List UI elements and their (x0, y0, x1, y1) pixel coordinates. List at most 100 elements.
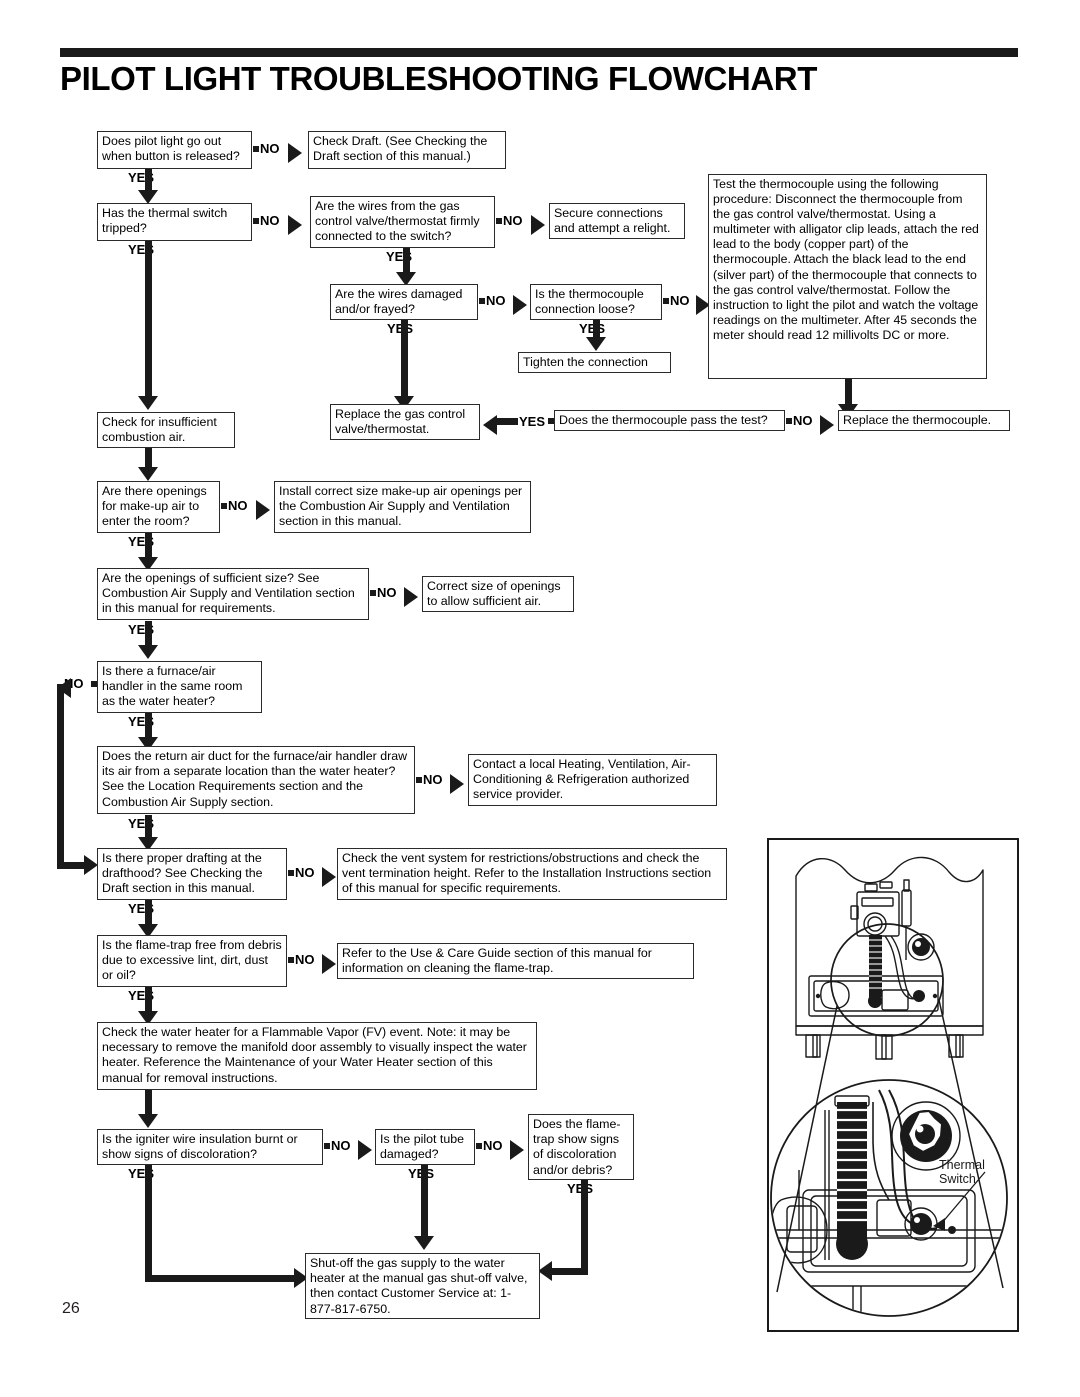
page-number: 26 (62, 1300, 80, 1317)
arrow-right (450, 774, 464, 794)
flow-box-igniter-wire-insulation: Is the igniter wire insulation burnt or … (97, 1129, 323, 1165)
connector-line (421, 1165, 428, 1242)
flow-box-secure-connections: Secure connections and attempt a relight… (549, 203, 685, 239)
flow-box-thermocouple-pass-test: Does the thermocouple pass the test? (554, 410, 785, 431)
flow-box-wires-damaged: Are the wires damaged and/or frayed? (330, 284, 478, 320)
arrow-right (404, 587, 418, 607)
connector-line (552, 1268, 587, 1275)
edge-label-yes: YES (387, 321, 414, 336)
flow-box-thermocouple-test-procedure: Test the thermocouple using the followin… (708, 174, 987, 379)
flow-box-install-makeup-air: Install correct size make-up air opening… (274, 481, 531, 533)
edge-label-no: NO (503, 213, 523, 228)
arrow-right (322, 954, 336, 974)
thermal-switch-callout-label: Thermal Switch (939, 1158, 1017, 1186)
connector-line (145, 1165, 152, 1282)
connector-tail (324, 1143, 330, 1149)
callout-line-1: Thermal (939, 1158, 985, 1172)
arrow-right (322, 867, 336, 887)
arrow-right (513, 295, 527, 315)
connector-line (145, 241, 152, 401)
arrow-down (138, 190, 158, 204)
flow-box-return-air-duct: Does the return air duct for the furnace… (97, 746, 415, 814)
arrow-right (288, 215, 302, 235)
flow-box-check-combustion-air: Check for insufficient combustion air. (97, 412, 235, 448)
arrow-right (358, 1140, 372, 1160)
edge-label-no: NO (295, 952, 315, 967)
flowchart-page: PILOT LIGHT TROUBLESHOOTING FLOWCHART 26… (0, 0, 1080, 1397)
header-rule (60, 48, 1018, 57)
flow-box-shutoff-gas-supply: Shut-off the gas supply to the water hea… (305, 1253, 540, 1319)
flow-box-contact-hvac-provider: Contact a local Heating, Ventilation, Ai… (468, 754, 717, 806)
connector-tail (786, 418, 792, 424)
flow-box-replace-thermocouple: Replace the thermocouple. (838, 410, 1010, 431)
edge-label-yes: YES (567, 1181, 594, 1196)
arrow-left (538, 1261, 552, 1281)
connector-line (401, 320, 408, 402)
connector-line (57, 684, 64, 865)
arrow-right (288, 143, 302, 163)
arrow-right (510, 1140, 524, 1160)
connector-tail (288, 957, 294, 963)
flow-box-flametrap-free-debris: Is the flame-trap free from debris due t… (97, 935, 287, 987)
connector-line (581, 1180, 588, 1275)
arrow-down (138, 645, 158, 659)
arrow-right (820, 415, 834, 435)
edge-label-no: NO (483, 1138, 503, 1153)
flow-box-replace-gas-control-valve: Replace the gas control valve/thermostat… (330, 404, 480, 440)
edge-label-no: NO (331, 1138, 351, 1153)
connector-tail (416, 777, 422, 783)
connector-tail (479, 298, 485, 304)
connector-tail (476, 1143, 482, 1149)
flow-box-tighten-connection: Tighten the connection (518, 352, 671, 373)
edge-label-no: NO (295, 865, 315, 880)
flow-box-pilot-light-out: Does pilot light go out when button is r… (97, 131, 252, 169)
edge-label-no: NO (260, 213, 280, 228)
edge-label-no: NO (423, 772, 443, 787)
flow-box-correct-size-openings: Correct size of openings to allow suffic… (422, 576, 574, 612)
edge-label-no: NO (486, 293, 506, 308)
flow-box-thermocouple-loose: Is the thermocouple connection loose? (530, 284, 662, 320)
flow-box-furnace-same-room: Is there a furnace/air handler in the sa… (97, 661, 262, 713)
edge-label-no: NO (670, 293, 690, 308)
edge-label-yes: YES (579, 321, 606, 336)
connector-line (496, 418, 518, 425)
connector-tail (91, 681, 97, 687)
connector-tail (253, 146, 259, 152)
arrow-left (483, 415, 497, 435)
flow-box-check-draft: Check Draft. (See Checking the Draft sec… (308, 131, 506, 169)
connector-tail (663, 298, 669, 304)
flow-box-flammable-vapor-event: Check the water heater for a Flammable V… (97, 1022, 537, 1090)
edge-label-yes: YES (519, 414, 546, 429)
flow-box-pilot-tube-damaged: Is the pilot tube damaged? (375, 1129, 475, 1165)
flow-box-wires-connected: Are the wires from the gas control valve… (310, 196, 495, 248)
flow-box-openings-sufficient-size: Are the openings of sufficient size? See… (97, 568, 369, 620)
arrow-right (84, 855, 98, 875)
flow-box-flametrap-discoloration: Does the flame-trap show signs of discol… (528, 1114, 634, 1180)
edge-label-no: NO (228, 498, 248, 513)
arrow-right (531, 215, 545, 235)
callout-line-2: Switch (939, 1172, 976, 1186)
connector-tail (496, 218, 502, 224)
arrow-right (256, 500, 270, 520)
water-heater-illustration: Thermal Switch (767, 838, 1019, 1332)
connector-line (145, 1275, 297, 1282)
page-title: PILOT LIGHT TROUBLESHOOTING FLOWCHART (60, 60, 817, 97)
flow-box-check-vent-system: Check the vent system for restrictions/o… (337, 848, 727, 900)
edge-label-no: NO (793, 413, 813, 428)
connector-tail (253, 218, 259, 224)
flow-box-refer-use-care-guide: Refer to the Use & Care Guide section of… (337, 943, 694, 979)
flow-box-makeup-air-openings: Are there openings for make-up air to en… (97, 481, 220, 533)
arrow-down (414, 1236, 434, 1250)
connector-tail (288, 870, 294, 876)
edge-label-no: NO (260, 141, 280, 156)
arrow-down (138, 396, 158, 410)
arrow-down (586, 337, 606, 351)
arrow-down (138, 1114, 158, 1128)
edge-label-no: NO (377, 585, 397, 600)
flow-box-proper-drafting: Is there proper drafting at the drafthoo… (97, 848, 287, 900)
connector-tail (221, 503, 227, 509)
flow-box-thermal-switch-tripped: Has the thermal switch tripped? (97, 203, 252, 241)
connector-tail (370, 590, 376, 596)
arrow-down (138, 467, 158, 481)
connector-line (57, 862, 87, 869)
